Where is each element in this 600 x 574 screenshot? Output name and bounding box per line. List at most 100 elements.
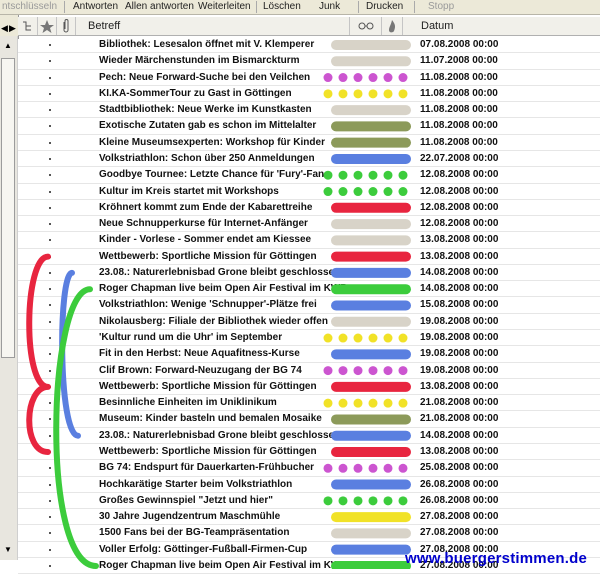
- message-subject: Wieder Märchenstunden im Bismarckturm: [99, 55, 300, 67]
- scroll-left-icon[interactable]: ◀: [1, 23, 8, 34]
- message-subject: Kultur im Kreis startet mit Workshops: [99, 185, 279, 197]
- message-row[interactable]: Wettbewerb: Sportliche Mission für Götti…: [18, 444, 600, 461]
- message-row[interactable]: Besinnliche Einheiten im Uniklinikum 21.0…: [18, 395, 600, 412]
- subject-column-header[interactable]: Betreff: [76, 17, 350, 35]
- read-status-icon[interactable]: [49, 206, 51, 209]
- message-subject: 23.08.: Naturerlebnisbad Grone bleibt ge…: [99, 429, 341, 441]
- delete-button[interactable]: Löschen: [263, 1, 301, 12]
- message-row[interactable]: Bibliothek: Lesesalon öffnet mit V. Klem…: [18, 37, 600, 54]
- read-status-icon[interactable]: [49, 141, 51, 144]
- message-row[interactable]: Neue Schnupperkurse für Internet-Anfänge…: [18, 216, 600, 233]
- message-date: 27.08.2008 00:00: [420, 511, 499, 523]
- forward-button[interactable]: Weiterleiten: [198, 1, 251, 12]
- reply-button[interactable]: Antworten: [73, 1, 118, 12]
- message-row[interactable]: Großes Gewinnspiel "Jetzt und hier" 26.08…: [18, 493, 600, 510]
- message-row[interactable]: Museum: Kinder basteln und bemalen Mosai…: [18, 411, 600, 428]
- read-status-icon[interactable]: [49, 288, 51, 291]
- read-status-icon[interactable]: [49, 190, 51, 193]
- message-row[interactable]: Kröhnert kommt zum Ende der Kabarettreih…: [18, 200, 600, 217]
- message-row[interactable]: Wieder Märchenstunden im Bismarckturm 11.…: [18, 53, 600, 70]
- read-status-icon[interactable]: [49, 402, 51, 405]
- read-status-icon[interactable]: [49, 174, 51, 177]
- read-status-icon[interactable]: [49, 434, 51, 437]
- read-status-icon[interactable]: [49, 385, 51, 388]
- read-status-icon[interactable]: [49, 499, 51, 502]
- read-status-icon[interactable]: [49, 223, 51, 226]
- message-row[interactable]: Clif Brown: Forward-Neuzugang der BG 74 1…: [18, 363, 600, 379]
- message-row[interactable]: Kultur im Kreis startet mit Workshops 12.…: [18, 184, 600, 200]
- read-status-icon[interactable]: [49, 271, 51, 274]
- message-row[interactable]: Volkstriathlon: Schon über 250 Anmeldung…: [18, 151, 600, 168]
- date-column-header[interactable]: Datum: [403, 17, 600, 35]
- star-column-header[interactable]: [38, 17, 57, 35]
- message-row[interactable]: KI.KA-SommerTour zu Gast in Göttingen 11.…: [18, 86, 600, 103]
- message-row[interactable]: Kleine Museumsexperten: Workshop für Kin…: [18, 135, 600, 151]
- read-status-icon[interactable]: [49, 483, 51, 486]
- message-row[interactable]: Stadtbibliothek: Neue Werke im Kunstkast…: [18, 102, 600, 119]
- thread-column-header[interactable]: [18, 17, 38, 35]
- message-row[interactable]: Hochkarätige Starter beim Volkstriathlon…: [18, 477, 600, 493]
- message-date: 12.08.2008 00:00: [420, 218, 499, 230]
- read-status-icon[interactable]: [49, 564, 51, 567]
- message-row[interactable]: Pech: Neue Forward-Suche bei den Veilche…: [18, 70, 600, 86]
- read-status-icon[interactable]: [49, 532, 51, 535]
- read-status-icon[interactable]: [49, 516, 51, 519]
- message-row[interactable]: Exotische Zutaten gab es schon im Mittel…: [18, 118, 600, 135]
- message-row[interactable]: 23.08.: Naturerlebnisbad Grone bleibt ge…: [18, 265, 600, 282]
- read-status-icon[interactable]: [49, 304, 51, 307]
- vertical-scrollbar[interactable]: ▲ ▼: [0, 36, 18, 560]
- read-status-icon[interactable]: [49, 320, 51, 323]
- message-row[interactable]: BG 74: Endspurt für Dauerkarten-Frühbuch…: [18, 460, 600, 477]
- message-row[interactable]: Nikolausberg: Filiale der Bibliothek wie…: [18, 314, 600, 331]
- message-date: 25.08.2008 00:00: [420, 462, 499, 474]
- read-status-icon[interactable]: [49, 109, 51, 112]
- read-status-icon[interactable]: [49, 418, 51, 421]
- message-subject: Exotische Zutaten gab es schon im Mittel…: [99, 120, 317, 132]
- print-button[interactable]: Drucken: [366, 1, 403, 12]
- read-status-icon[interactable]: [49, 467, 51, 470]
- message-row[interactable]: Roger Chapman live beim Open Air Festiva…: [18, 281, 600, 298]
- message-row[interactable]: Volkstriathlon: Wenige 'Schnupper'-Plätz…: [18, 297, 600, 314]
- message-row[interactable]: Fit in den Herbst: Neue Aquafitness-Kurs…: [18, 346, 600, 363]
- glasses-icon: [358, 22, 374, 30]
- read-status-icon[interactable]: [49, 353, 51, 356]
- thread-icon: [23, 21, 31, 31]
- reply-all-button[interactable]: Allen antworten: [125, 1, 194, 12]
- scroll-right-icon[interactable]: ▶: [9, 23, 16, 34]
- message-row[interactable]: 30 Jahre Jugendzentrum Maschmühle 27.08.2…: [18, 509, 600, 526]
- junk-button[interactable]: Junk: [319, 1, 340, 12]
- watermark: www.buergerstimmen.de: [405, 550, 588, 567]
- message-subject: Volkstriathlon: Wenige 'Schnupper'-Plätz…: [99, 299, 317, 311]
- read-status-icon[interactable]: [49, 60, 51, 63]
- message-row[interactable]: Wettbewerb: Sportliche Mission für Götti…: [18, 379, 600, 396]
- read-status-icon[interactable]: [49, 76, 51, 79]
- scroll-down-icon[interactable]: ▼: [1, 544, 15, 556]
- message-date: 19.08.2008 00:00: [420, 364, 499, 376]
- message-row[interactable]: Wettbewerb: Sportliche Mission für Götti…: [18, 249, 600, 265]
- message-date: 26.08.2008 00:00: [420, 494, 499, 506]
- scroll-up-icon[interactable]: ▲: [1, 40, 15, 52]
- read-status-icon[interactable]: [49, 369, 51, 372]
- message-row[interactable]: 1500 Fans bei der BG-Teampräsentation 27.…: [18, 525, 600, 542]
- junk-column-header[interactable]: [382, 17, 403, 35]
- read-status-icon[interactable]: [49, 125, 51, 128]
- stop-button[interactable]: Stopp: [428, 1, 454, 12]
- read-status-icon[interactable]: [49, 157, 51, 160]
- message-date: 11.08.2008 00:00: [420, 104, 498, 116]
- paperclip-icon: [63, 19, 69, 33]
- read-status-icon[interactable]: [49, 255, 51, 258]
- message-row[interactable]: 23.08.: Naturerlebnisbad Grone bleibt ge…: [18, 428, 600, 444]
- read-status-icon[interactable]: [49, 337, 51, 340]
- decrypt-button[interactable]: ntschlüsseln: [2, 1, 57, 12]
- read-status-icon[interactable]: [49, 44, 51, 46]
- message-row[interactable]: Kinder - Vorlese - Sommer endet am Kiess…: [18, 232, 600, 249]
- attachment-column-header[interactable]: [57, 17, 76, 35]
- read-status-icon[interactable]: [49, 548, 51, 551]
- read-status-icon[interactable]: [49, 92, 51, 95]
- read-column-header[interactable]: [351, 17, 382, 35]
- read-status-icon[interactable]: [49, 239, 51, 242]
- scroll-thumb[interactable]: [1, 58, 15, 358]
- message-row[interactable]: 'Kultur rund um die Uhr' im September 19.…: [18, 330, 600, 347]
- read-status-icon[interactable]: [49, 451, 51, 453]
- message-row[interactable]: Goodbye Tournee: Letzte Chance für 'Fury…: [18, 167, 600, 184]
